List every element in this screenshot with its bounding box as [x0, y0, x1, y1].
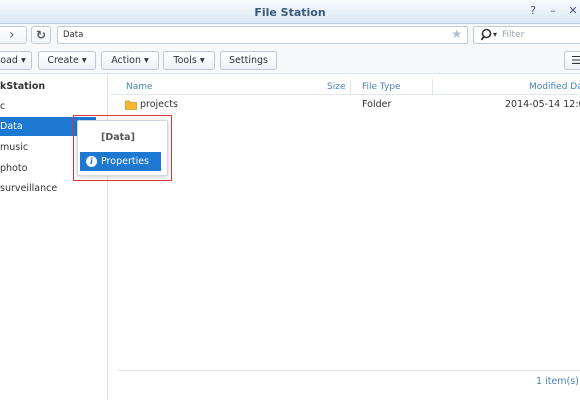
close-icon[interactable]: ✕ [567, 5, 579, 17]
refresh-button[interactable]: ↻ [31, 26, 51, 44]
tools-button[interactable]: Tools ▾ [163, 51, 215, 70]
column-modified-date[interactable]: Modified Da [529, 82, 580, 92]
view-toggle-button[interactable]: ☰ [564, 51, 580, 70]
info-icon: i [86, 156, 97, 167]
star-icon[interactable]: ★ [451, 27, 462, 41]
create-button[interactable]: Create ▾ [38, 51, 96, 70]
properties-menu-item[interactable]: i Properties [80, 152, 161, 171]
path-text: Data [63, 30, 84, 40]
folder-icon [125, 99, 137, 113]
title-bar: File Station ? – ✕ [0, 0, 580, 24]
minimize-icon[interactable]: – [547, 5, 559, 17]
settings-button[interactable]: Settings [220, 51, 277, 70]
path-bar[interactable]: Data ★ [57, 26, 468, 44]
tree-root[interactable]: kStation [0, 81, 45, 92]
column-name[interactable]: Name [126, 82, 153, 92]
chevron-right-icon: › [9, 27, 15, 43]
filter-input[interactable]: ▾ Filter [473, 26, 580, 44]
file-name: projects [140, 99, 178, 110]
action-button[interactable]: Action ▾ [101, 51, 159, 70]
tree-item-c[interactable]: c [0, 101, 5, 112]
column-divider [350, 79, 351, 94]
context-menu-title: [Data] [101, 132, 135, 143]
column-divider [432, 79, 433, 94]
status-divider [118, 370, 580, 371]
properties-label: Properties [101, 156, 150, 167]
file-type: Folder [362, 99, 392, 110]
filter-placeholder: Filter [502, 30, 525, 40]
window-title: File Station [254, 6, 326, 19]
tree-item-music[interactable]: music [0, 142, 28, 153]
list-view-icon: ☰ [571, 54, 580, 67]
upload-button[interactable]: oad ▾ [0, 51, 32, 70]
tree-item-surveillance[interactable]: surveillance [0, 183, 57, 194]
tree-item-data[interactable]: Data [0, 121, 23, 132]
column-file-type[interactable]: File Type [362, 82, 401, 92]
forward-button[interactable]: › [0, 26, 27, 44]
column-size[interactable]: Size [327, 82, 345, 92]
item-count: 1 item(s) [536, 376, 579, 387]
refresh-icon: ↻ [36, 28, 47, 42]
help-icon[interactable]: ? [527, 5, 539, 17]
file-modified: 2014-05-14 12:0 [505, 99, 580, 110]
chevron-down-icon[interactable]: ▾ [493, 30, 497, 39]
tree-item-photo[interactable]: photo [0, 163, 27, 174]
